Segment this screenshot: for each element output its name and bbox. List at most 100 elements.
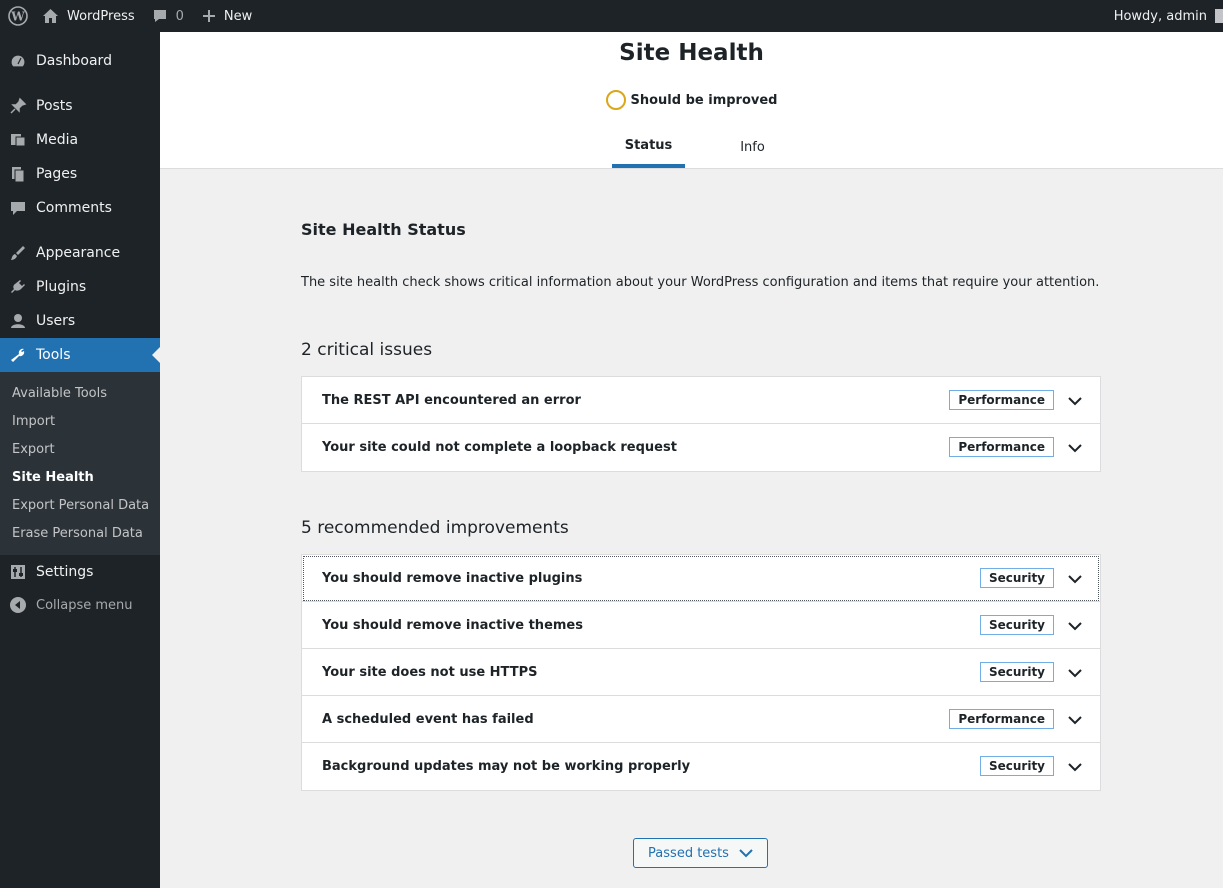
comments-link[interactable]: 0 <box>152 0 184 32</box>
site-name-link[interactable]: WordPress <box>42 0 135 32</box>
wordpress-logo-icon[interactable]: W <box>2 0 34 32</box>
issue-row[interactable]: A scheduled event has failed Performance <box>302 696 1100 743</box>
submenu-item-export[interactable]: Export <box>12 442 55 457</box>
issue-row[interactable]: You should remove inactive plugins Secur… <box>302 555 1100 602</box>
comment-icon <box>153 10 166 22</box>
submenu-item-site-health[interactable]: Site Health <box>12 470 94 485</box>
issue-label: You should remove inactive themes <box>322 617 583 633</box>
issue-row[interactable]: Your site could not complete a loopback … <box>302 424 1100 471</box>
plus-icon <box>202 10 215 22</box>
health-status: Should be improved <box>160 90 1223 110</box>
section-heading: Site Health Status <box>301 220 466 239</box>
sidebar-item-label: Comments <box>36 200 112 216</box>
sidebar-item-dashboard[interactable]: Dashboard <box>0 44 160 78</box>
sidebar-item-label: Users <box>36 313 76 329</box>
submenu-item-import[interactable]: Import <box>12 414 55 429</box>
issue-badge: Performance <box>949 709 1054 729</box>
critical-issues-title: 2 critical issues <box>301 340 433 360</box>
collapse-icon <box>0 596 36 614</box>
sidebar-item-appearance[interactable]: Appearance <box>0 236 160 270</box>
submenu-item-available-tools[interactable]: Available Tools <box>12 386 107 401</box>
comment-icon <box>0 199 36 217</box>
page-title: Site Health <box>619 40 764 66</box>
issue-badge: Security <box>979 662 1054 682</box>
issue-label: A scheduled event has failed <box>322 711 534 727</box>
issue-badge: Performance <box>949 437 1054 457</box>
chevron-down-icon <box>1068 444 1082 453</box>
issue-row[interactable]: The REST API encountered an error Perfor… <box>302 377 1100 424</box>
issue-row[interactable]: Your site does not use HTTPS Security <box>302 649 1100 696</box>
collapse-menu-button[interactable]: Collapse menu <box>0 593 160 617</box>
pin-icon <box>0 97 36 115</box>
current-menu-arrow <box>152 347 160 363</box>
sidebar-item-label: Media <box>36 132 79 148</box>
critical-issues-list: The REST API encountered an error Perfor… <box>301 376 1101 472</box>
sidebar-item-posts[interactable]: Posts <box>0 89 160 123</box>
chevron-down-icon <box>1068 622 1082 631</box>
home-icon <box>43 9 58 23</box>
passed-tests-button[interactable]: Passed tests <box>633 838 768 868</box>
my-account-link[interactable]: Howdy, admin <box>1114 0 1223 32</box>
plugin-icon <box>0 278 36 296</box>
avatar <box>1215 9 1223 23</box>
dashboard-icon <box>0 52 36 70</box>
issue-label: You should remove inactive plugins <box>322 570 583 586</box>
media-icon <box>0 131 36 149</box>
brush-icon <box>0 244 36 262</box>
settings-icon <box>0 563 36 581</box>
tools-submenu: Available Tools Import Export Site Healt… <box>0 372 160 555</box>
issue-label: Background updates may not be working pr… <box>322 759 691 774</box>
sidebar-item-pages[interactable]: Pages <box>0 157 160 191</box>
sidebar-item-comments[interactable]: Comments <box>0 191 160 225</box>
admin-bar: W WordPress 0 New Howdy, admin <box>0 0 1223 32</box>
recommended-improvements-list: You should remove inactive plugins Secur… <box>301 554 1101 791</box>
sidebar-item-label: Dashboard <box>36 53 112 69</box>
chevron-down-icon <box>1068 763 1082 772</box>
chevron-down-icon <box>1068 575 1082 584</box>
sidebar-item-label: Tools <box>36 347 71 363</box>
sidebar-item-label: Posts <box>36 98 73 114</box>
passed-tests-label: Passed tests <box>648 845 729 861</box>
collapse-menu-label: Collapse menu <box>36 597 133 613</box>
sidebar-item-label: Plugins <box>36 279 87 295</box>
sidebar-item-label: Pages <box>36 166 78 182</box>
issue-badge: Security <box>979 756 1054 776</box>
tab-info[interactable]: Info <box>720 127 785 168</box>
sidebar-item-media[interactable]: Media <box>0 123 160 157</box>
user-icon <box>0 312 36 330</box>
issue-label: The REST API encountered an error <box>322 392 581 408</box>
issue-badge: Security <box>979 568 1054 588</box>
admin-menu: Dashboard Posts Media Pages Comments App… <box>0 32 160 888</box>
tab-status[interactable]: Status <box>612 127 685 168</box>
pages-icon <box>0 165 36 183</box>
recommended-improvements-title: 5 recommended improvements <box>301 518 569 538</box>
issue-label: Your site could not complete a loopback … <box>322 440 677 455</box>
sidebar-item-plugins[interactable]: Plugins <box>0 270 160 304</box>
issue-badge: Security <box>979 615 1054 635</box>
site-health-header: Site Health Should be improved Status In… <box>160 32 1223 169</box>
sidebar-item-settings[interactable]: Settings <box>0 555 160 589</box>
sidebar-item-tools[interactable]: Tools <box>0 338 160 372</box>
site-name-label: WordPress <box>67 8 135 24</box>
section-description: The site health check shows critical inf… <box>301 275 1100 290</box>
sidebar-item-users[interactable]: Users <box>0 304 160 338</box>
comments-count: 0 <box>175 8 184 24</box>
sidebar-item-label: Appearance <box>36 245 121 261</box>
wrench-icon <box>0 346 36 364</box>
sidebar-item-label: Settings <box>36 564 94 580</box>
submenu-item-export-personal-data[interactable]: Export Personal Data <box>12 498 149 513</box>
chevron-down-icon <box>1068 397 1082 406</box>
chevron-down-icon <box>1068 669 1082 678</box>
issue-row[interactable]: Background updates may not be working pr… <box>302 743 1100 790</box>
new-label: New <box>223 8 253 24</box>
issue-badge: Performance <box>949 390 1054 410</box>
status-progress-ring <box>605 90 626 110</box>
issue-row[interactable]: You should remove inactive themes Securi… <box>302 602 1100 649</box>
submenu-item-erase-personal-data[interactable]: Erase Personal Data <box>12 526 143 541</box>
status-label: Should be improved <box>630 92 778 108</box>
account-greeting: Howdy, admin <box>1113 8 1207 24</box>
chevron-down-icon <box>739 849 753 858</box>
issue-label: Your site does not use HTTPS <box>322 664 538 680</box>
svg-text:W: W <box>10 10 25 24</box>
new-content-link[interactable]: New <box>202 0 252 32</box>
